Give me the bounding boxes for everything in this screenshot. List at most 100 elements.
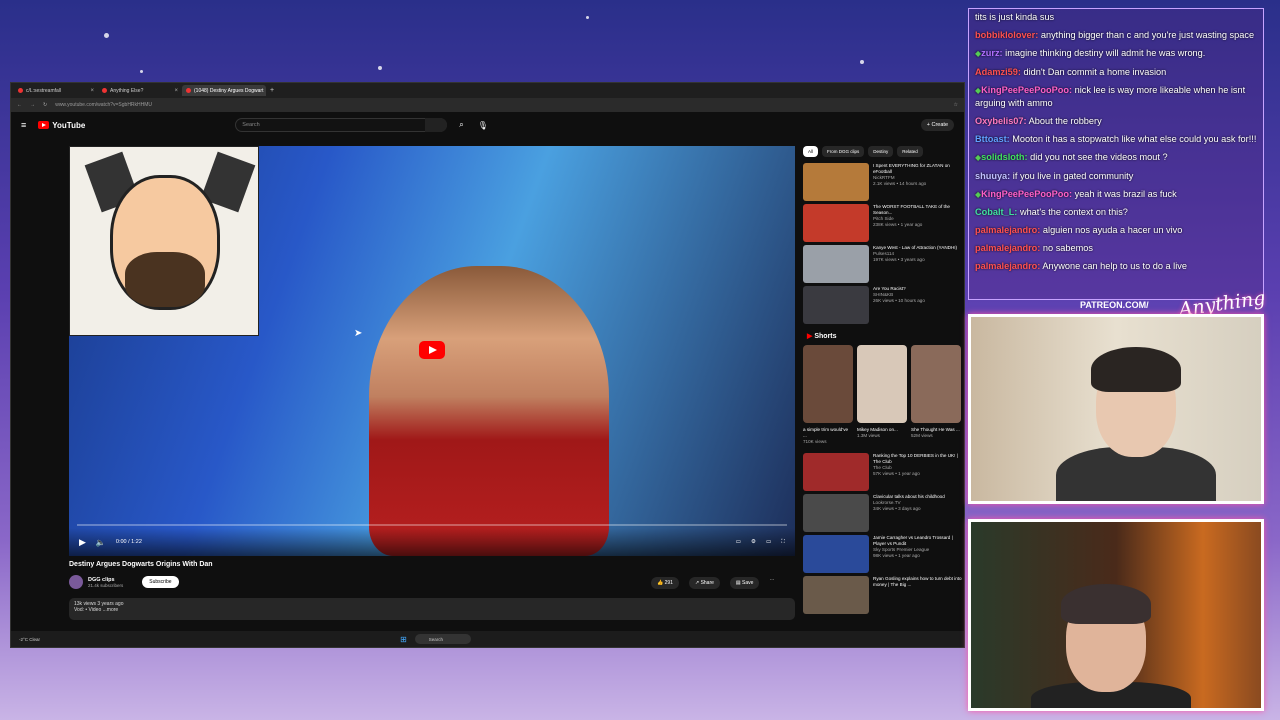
back-icon[interactable]: ← <box>17 102 22 108</box>
chat-message: ◆zurz: imagine thinking destiny will adm… <box>975 47 1257 60</box>
tab-label: Anything Else? <box>110 87 144 94</box>
chat-text: anything bigger than c and you're just w… <box>1040 29 1255 40</box>
chip-destiny[interactable]: Destiny <box>868 146 894 157</box>
chat-username: palmalejandro: <box>975 243 1041 254</box>
browser-tab[interactable]: c/L:sestreamfall × <box>14 85 98 96</box>
background-star <box>140 70 143 73</box>
chip-from-channel[interactable]: From DGG clips <box>822 146 865 157</box>
chat-username: KingPeePeePooPoo: <box>981 188 1073 199</box>
filter-chips: All From DGG clips Destiny Related <box>803 146 963 157</box>
search-icon[interactable]: ⌕ <box>459 120 463 130</box>
chat-message: Oxybelis07: About the robbery <box>975 115 1257 127</box>
browser-tab-active[interactable]: (1048) Destiny Argues Dogwart× <box>182 85 266 96</box>
chat-message: ◆solidsloth: did you not see the videos … <box>975 151 1257 164</box>
share-button[interactable]: ↗ Share <box>688 577 720 589</box>
chat-text: Mooton it has a stopwatch like what else… <box>1012 133 1257 144</box>
settings-icon[interactable]: ⚙ <box>751 539 756 545</box>
short-thumbnail[interactable] <box>803 345 853 423</box>
star-icon[interactable]: ☆ <box>954 102 958 108</box>
rec-title[interactable]: Jamie Carragher vs Leandro Trossard | Pl… <box>873 535 963 547</box>
search-input[interactable]: Search <box>235 118 448 132</box>
chat-username: palmalejandro: <box>975 225 1041 236</box>
taskbar: -2°C Clear ⊞ Search <box>11 631 964 647</box>
more-icon[interactable]: ⋯ <box>769 577 774 589</box>
forward-icon[interactable]: → <box>30 102 35 108</box>
shorts-heading: ▶ Shorts <box>807 332 963 340</box>
recommended-video[interactable]: Ryan Gosling explains how to turn debt i… <box>803 576 963 616</box>
short-item[interactable]: a simple trim would've ... 710K views <box>803 345 853 445</box>
video-meta: The WORST FOOTBALL TAKE of the Season...… <box>873 204 963 244</box>
short-thumbnail[interactable] <box>911 345 961 423</box>
play-icon[interactable]: ▶ <box>79 537 86 548</box>
chip-all[interactable]: All <box>803 146 819 157</box>
video-thumbnail[interactable] <box>803 245 869 283</box>
chat-username: shuuya: <box>975 170 1011 181</box>
new-tab-icon[interactable]: + <box>270 87 274 94</box>
video-thumbnail[interactable] <box>803 204 869 242</box>
like-icon: 👍 <box>657 580 664 586</box>
windows-start-icon[interactable]: ⊞ <box>400 635 407 644</box>
progress-bar[interactable] <box>77 524 787 526</box>
short-thumbnail[interactable] <box>857 345 907 423</box>
chat-panel: tits is just kinda sus bobbiklolover: any… <box>968 8 1264 300</box>
chat-message: tits is just kinda sus <box>975 11 1257 23</box>
chat-text: About the robbery <box>1028 115 1102 126</box>
reload-icon[interactable]: ↻ <box>43 102 47 108</box>
recommended-video[interactable]: Kanye West - Law of Attraction (YANDHI) P… <box>803 245 963 285</box>
cartoon-overlay <box>69 146 259 336</box>
video-meta: Clavicular talks about his childhood Look… <box>873 494 945 534</box>
recommended-video[interactable]: Jamie Carragher vs Leandro Trossard | Pl… <box>803 535 963 575</box>
recommended-video[interactable]: Ranking the Top 10 DERBIES in the UK! | … <box>803 453 963 493</box>
background-star <box>860 60 864 64</box>
mic-icon[interactable]: 🎙 <box>478 121 488 130</box>
weather-widget[interactable]: -2°C Clear <box>19 637 40 642</box>
search-placeholder: Search <box>242 122 260 128</box>
video-thumbnail[interactable] <box>803 163 869 201</box>
recommended-video[interactable]: Clavicular talks about his childhood Look… <box>803 494 963 534</box>
rec-title[interactable]: Ranking the Top 10 DERBIES in the UK! | … <box>873 453 963 465</box>
big-play-button[interactable] <box>419 341 445 359</box>
channel-avatar[interactable] <box>69 575 83 589</box>
close-icon[interactable]: × <box>174 88 178 94</box>
create-button[interactable]: + Create <box>920 119 954 131</box>
theater-icon[interactable]: ▭ <box>766 539 771 545</box>
chat-text: didn't Dan commit a home invasion <box>1023 66 1167 77</box>
short-text: a simple trim would've ... 710K views <box>803 427 853 445</box>
description-box[interactable]: 13k views 3 years ago Vod: • Video ...mo… <box>69 598 795 620</box>
favicon-icon <box>102 88 107 93</box>
short-item[interactable]: She Thought He Was ... 52M views <box>911 345 961 445</box>
browser-tab[interactable]: Anything Else? × <box>98 85 182 96</box>
recommended-video[interactable]: Are You Racist? SHIN&KB 26K views • 10 hou… <box>803 286 963 326</box>
chat-message: bobbiklolover: anything bigger than c an… <box>975 29 1257 41</box>
subtitles-icon[interactable]: ▭ <box>736 539 741 545</box>
fullscreen-icon[interactable]: ⛶ <box>781 539 785 546</box>
rec-title[interactable]: Ryan Gosling explains how to turn debt i… <box>873 576 963 588</box>
short-item[interactable]: Mikey Madison on... 1.3M views <box>857 345 907 445</box>
tab-label: c/L:sestreamfall <box>26 87 62 94</box>
subscribe-button[interactable]: Subscribe <box>142 576 179 588</box>
chat-text: imagine thinking destiny will admit he w… <box>1005 47 1206 58</box>
video-thumbnail[interactable] <box>803 286 869 324</box>
chat-message: shuuya: if you live in gated community <box>975 170 1257 182</box>
search-button[interactable] <box>425 118 448 132</box>
recommended-video[interactable]: The WORST FOOTBALL TAKE of the Season...… <box>803 204 963 244</box>
taskbar-search[interactable]: Search <box>414 634 471 644</box>
recommended-video[interactable]: I Spent EVERYTHING for ZLATAN on eFootba… <box>803 163 963 203</box>
video-thumbnail[interactable] <box>803 576 869 614</box>
video-player[interactable]: ▶ 🔈 0:00 / 1:22 ▭ ⚙ ▭ ⛶ <box>69 146 795 556</box>
rec-title[interactable]: The WORST FOOTBALL TAKE of the Season... <box>873 204 963 216</box>
youtube-logo[interactable]: YouTube <box>38 121 85 130</box>
volume-icon[interactable]: 🔈 <box>96 538 106 547</box>
video-thumbnail[interactable] <box>803 453 869 491</box>
patreon-link: PATREON.COM/ <box>1080 300 1149 310</box>
save-button[interactable]: ▤ Save <box>729 577 760 589</box>
url-field[interactable]: www.youtube.com/watch?v=SgbHRkHHMU <box>55 102 945 108</box>
chip-related[interactable]: Related <box>897 146 923 157</box>
video-thumbnail[interactable] <box>803 494 869 532</box>
rec-title[interactable]: I Spent EVERYTHING for ZLATAN on eFootba… <box>873 163 963 175</box>
video-thumbnail[interactable] <box>803 535 869 573</box>
like-button[interactable]: 👍 291 <box>651 577 679 589</box>
close-icon[interactable]: × <box>90 88 94 94</box>
menu-icon[interactable]: ≡ <box>21 120 26 130</box>
chat-text: if you live in gated community <box>1012 170 1134 181</box>
